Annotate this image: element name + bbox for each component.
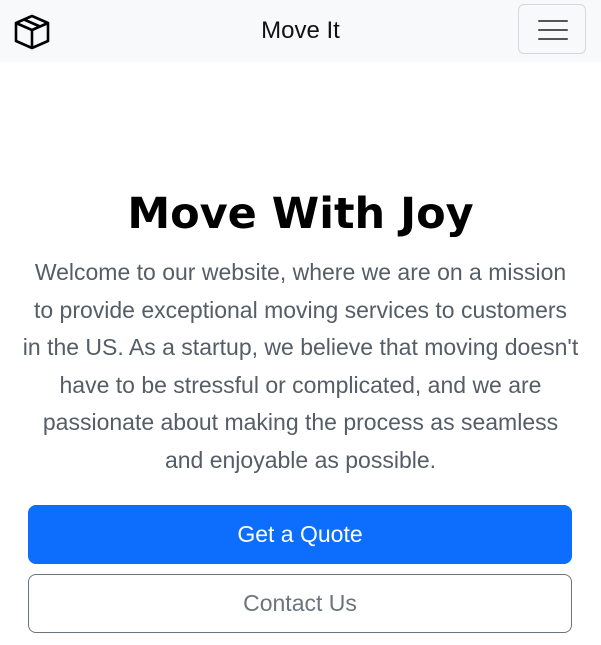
hero-description: Welcome to our website, where we are on … (22, 259, 579, 473)
hero-heading: Move With Joy (127, 189, 474, 239)
contact-us-button[interactable]: Contact Us (28, 574, 572, 633)
navbar: Move It (0, 0, 601, 62)
brand-title[interactable]: Move It (0, 16, 601, 46)
menu-toggle-button[interactable] (518, 4, 586, 54)
get-quote-button[interactable]: Get a Quote (28, 505, 572, 564)
hero-section: Move With Joy Welcome to our website, wh… (0, 186, 601, 479)
